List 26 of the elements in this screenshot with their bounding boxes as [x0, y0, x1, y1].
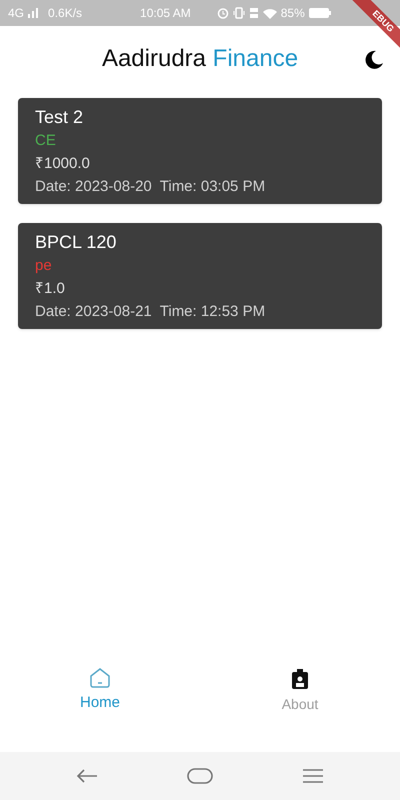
- clock-label: 10:05 AM: [140, 5, 191, 22]
- option-type-label: pe: [35, 256, 53, 276]
- trade-card[interactable]: Test 2 CE ₹1000.0 Date: 2023-08-20 Time: 03:05 PM: [18, 98, 382, 204]
- vibrate-icon: [232, 7, 245, 19]
- option-type-label: CE: [35, 131, 57, 151]
- id-badge-icon: [291, 668, 309, 690]
- back-icon[interactable]: [76, 769, 98, 783]
- battery-icon: [308, 8, 331, 18]
- app-title: Aadirudra Finance: [102, 44, 298, 74]
- trade-card[interactable]: BPCL 120 pe ₹1.0 Date: 2023-08-21 Time: 12:53 PM: [18, 223, 382, 329]
- card-title: BPCL 120: [35, 231, 118, 254]
- network-label: 4G: [8, 5, 24, 22]
- time-label: Time: 03:05 PM: [160, 177, 266, 197]
- card-title: Test 2: [35, 106, 84, 129]
- wifi-icon: [262, 8, 277, 18]
- time-label: Time: 12:53 PM: [160, 302, 266, 322]
- speed-label: 0.6K/s: [48, 5, 82, 22]
- date-label: Date: 2023-08-20: [35, 177, 152, 197]
- battery-label: 85%: [280, 5, 305, 22]
- amount-label: ₹1000.0: [35, 154, 91, 174]
- signal-icon: [28, 8, 40, 18]
- amount-label: ₹1.0: [35, 279, 66, 299]
- menu-icon[interactable]: [302, 769, 324, 783]
- date-label: Date: 2023-08-21: [35, 302, 152, 322]
- house-icon: [89, 668, 111, 688]
- alarm-icon: [216, 7, 229, 19]
